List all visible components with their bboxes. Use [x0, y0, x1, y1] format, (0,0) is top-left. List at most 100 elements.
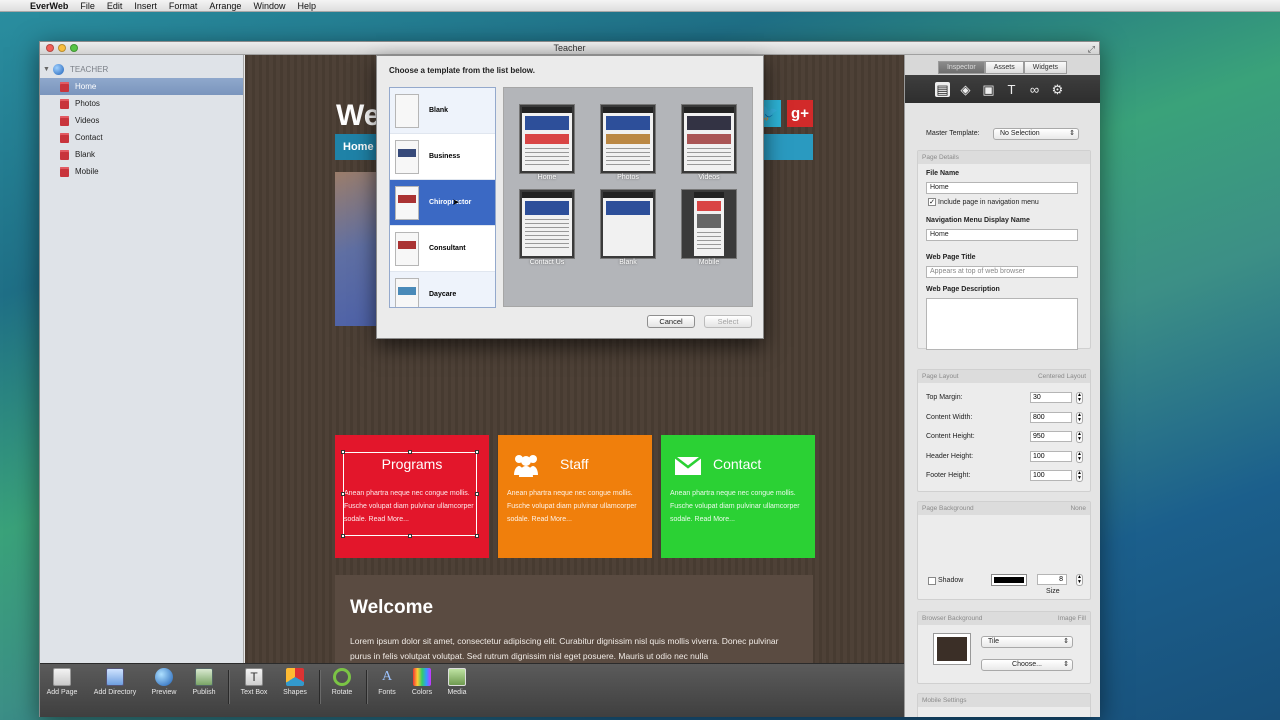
- minimize-button[interactable]: [58, 44, 66, 52]
- add-page-button[interactable]: Add Page: [34, 668, 90, 696]
- template-item-daycare[interactable]: Daycare: [390, 272, 495, 307]
- template-thumbnail: [395, 185, 419, 220]
- preview-thumbnail-photos[interactable]: [600, 104, 656, 174]
- cancel-button[interactable]: Cancel: [647, 315, 695, 328]
- tab-widgets[interactable]: Widgets: [1023, 60, 1068, 74]
- disclosure-triangle-icon[interactable]: ▼: [43, 66, 53, 73]
- zoom-button[interactable]: [70, 44, 78, 52]
- content-width-field[interactable]: 800: [1030, 412, 1072, 423]
- tile-programs[interactable]: Programs Anean phartra neque nec congue …: [335, 435, 489, 558]
- include-nav-checkbox[interactable]: ✓: [928, 198, 936, 206]
- globe-icon: [53, 64, 64, 75]
- sidebar-item-home[interactable]: Home: [40, 78, 243, 95]
- page-icon: [60, 81, 69, 92]
- close-button[interactable]: [46, 44, 54, 52]
- resize-handle[interactable]: [475, 534, 479, 538]
- shadow-size-field[interactable]: 8: [1037, 574, 1067, 585]
- nav-home-link[interactable]: Home: [335, 134, 379, 160]
- top-margin-label: Top Margin:: [926, 394, 963, 401]
- tab-inspector[interactable]: Inspector: [937, 60, 985, 74]
- page-inspector-icon[interactable]: ▤: [935, 81, 950, 97]
- template-item-chiropractor[interactable]: Chiropractor: [390, 180, 495, 226]
- file-name-field[interactable]: Home: [926, 182, 1078, 194]
- template-list[interactable]: Blank Business Chiropractor Consultant D…: [389, 87, 496, 308]
- media-button[interactable]: Media: [429, 668, 485, 696]
- web-title-field[interactable]: Appears at top of web browser: [926, 266, 1078, 278]
- include-nav-label: Include page in navigation menu: [938, 199, 1039, 206]
- resize-handle[interactable]: [408, 534, 412, 538]
- page-background-mode[interactable]: None: [1070, 502, 1086, 515]
- shape-inspector-icon[interactable]: ◈: [958, 82, 973, 97]
- template-item-business[interactable]: Business: [390, 134, 495, 180]
- preview-thumbnail-contact-us[interactable]: [519, 189, 575, 259]
- content-height-stepper[interactable]: ▲ ▼: [1076, 431, 1083, 443]
- sidebar-item-mobile[interactable]: Mobile: [40, 163, 243, 180]
- menu-edit[interactable]: Edit: [101, 1, 129, 11]
- page-icon: [60, 166, 69, 177]
- choose-button[interactable]: Choose...: [981, 659, 1073, 671]
- menu-format[interactable]: Format: [163, 1, 204, 11]
- select-button[interactable]: Select: [704, 315, 752, 328]
- shadow-checkbox[interactable]: [928, 577, 936, 585]
- menu-window[interactable]: Window: [247, 1, 291, 11]
- sidebar-item-blank[interactable]: Blank: [40, 146, 243, 163]
- footer-height-field[interactable]: 100: [1030, 470, 1072, 481]
- menu-help[interactable]: Help: [291, 1, 322, 11]
- sidebar-item-videos[interactable]: Videos: [40, 112, 243, 129]
- top-margin-stepper[interactable]: ▲ ▼: [1076, 392, 1083, 404]
- template-name: Business: [429, 153, 461, 160]
- link-inspector-icon[interactable]: ∞: [1027, 82, 1042, 97]
- menu-arrange[interactable]: Arrange: [203, 1, 247, 11]
- tile-title: Staff: [560, 456, 589, 472]
- shadow-color-well[interactable]: [991, 574, 1027, 586]
- menu-app[interactable]: EverWeb: [24, 1, 74, 11]
- header-height-stepper[interactable]: ▲ ▼: [1076, 451, 1083, 463]
- preview-thumbnail-home[interactable]: [519, 104, 575, 174]
- add-directory-button[interactable]: Add Directory: [87, 668, 143, 696]
- tab-assets[interactable]: Assets: [984, 60, 1024, 74]
- text-selection-box[interactable]: [341, 450, 479, 538]
- nav-display-field[interactable]: Home: [926, 229, 1078, 241]
- resize-handle[interactable]: [341, 450, 345, 454]
- preview-thumbnail-blank[interactable]: [600, 189, 656, 259]
- sidebar-item-contact[interactable]: Contact: [40, 129, 243, 146]
- settings-gear-icon[interactable]: ⚙: [1050, 82, 1065, 97]
- hero-image[interactable]: [335, 172, 377, 326]
- sidebar-item-photos[interactable]: Photos: [40, 95, 243, 112]
- web-desc-textarea[interactable]: [926, 298, 1078, 350]
- publish-icon: [195, 668, 213, 686]
- content-height-field[interactable]: 950: [1030, 431, 1072, 442]
- welcome-body: Lorem ipsum dolor sit amet, consectetur …: [350, 636, 779, 661]
- site-root[interactable]: ▼ TEACHER: [40, 61, 243, 78]
- menu-file[interactable]: File: [74, 1, 101, 11]
- header-height-field[interactable]: 100: [1030, 451, 1072, 462]
- layout-mode[interactable]: Centered Layout: [1038, 370, 1086, 383]
- welcome-section[interactable]: Welcome Lorem ipsum dolor sit amet, cons…: [335, 575, 813, 663]
- template-item-blank[interactable]: Blank: [390, 88, 495, 134]
- tile-contact[interactable]: Contact Anean phartra neque nec congue m…: [661, 435, 815, 558]
- resize-handle[interactable]: [475, 450, 479, 454]
- resize-handle[interactable]: [341, 492, 345, 496]
- text-inspector-icon[interactable]: T: [1004, 82, 1019, 97]
- google-plus-icon[interactable]: g+: [787, 100, 813, 127]
- menu-insert[interactable]: Insert: [128, 1, 163, 11]
- site-title[interactable]: We: [336, 99, 380, 133]
- content-width-stepper[interactable]: ▲ ▼: [1076, 412, 1083, 424]
- resize-handle[interactable]: [341, 534, 345, 538]
- browser-bg-image-well[interactable]: [933, 633, 971, 665]
- preview-thumbnail-mobile[interactable]: [681, 189, 737, 259]
- publish-button[interactable]: Publish: [176, 668, 232, 696]
- preview-thumbnail-videos[interactable]: [681, 104, 737, 174]
- page-icon: [60, 115, 69, 126]
- tile-popup[interactable]: Tile: [981, 636, 1073, 648]
- footer-height-stepper[interactable]: ▲ ▼: [1076, 470, 1083, 482]
- resize-handle[interactable]: [408, 450, 412, 454]
- top-margin-field[interactable]: 30: [1030, 392, 1072, 403]
- browser-background-mode[interactable]: Image Fill: [1058, 612, 1086, 625]
- master-template-popup[interactable]: No Selection: [993, 128, 1079, 140]
- template-item-consultant[interactable]: Consultant: [390, 226, 495, 272]
- layout-inspector-icon[interactable]: ▣: [981, 82, 996, 97]
- resize-handle[interactable]: [475, 492, 479, 496]
- tile-staff[interactable]: Staff Anean phartra neque nec congue mol…: [498, 435, 652, 558]
- shadow-size-stepper[interactable]: ▲ ▼: [1076, 574, 1083, 586]
